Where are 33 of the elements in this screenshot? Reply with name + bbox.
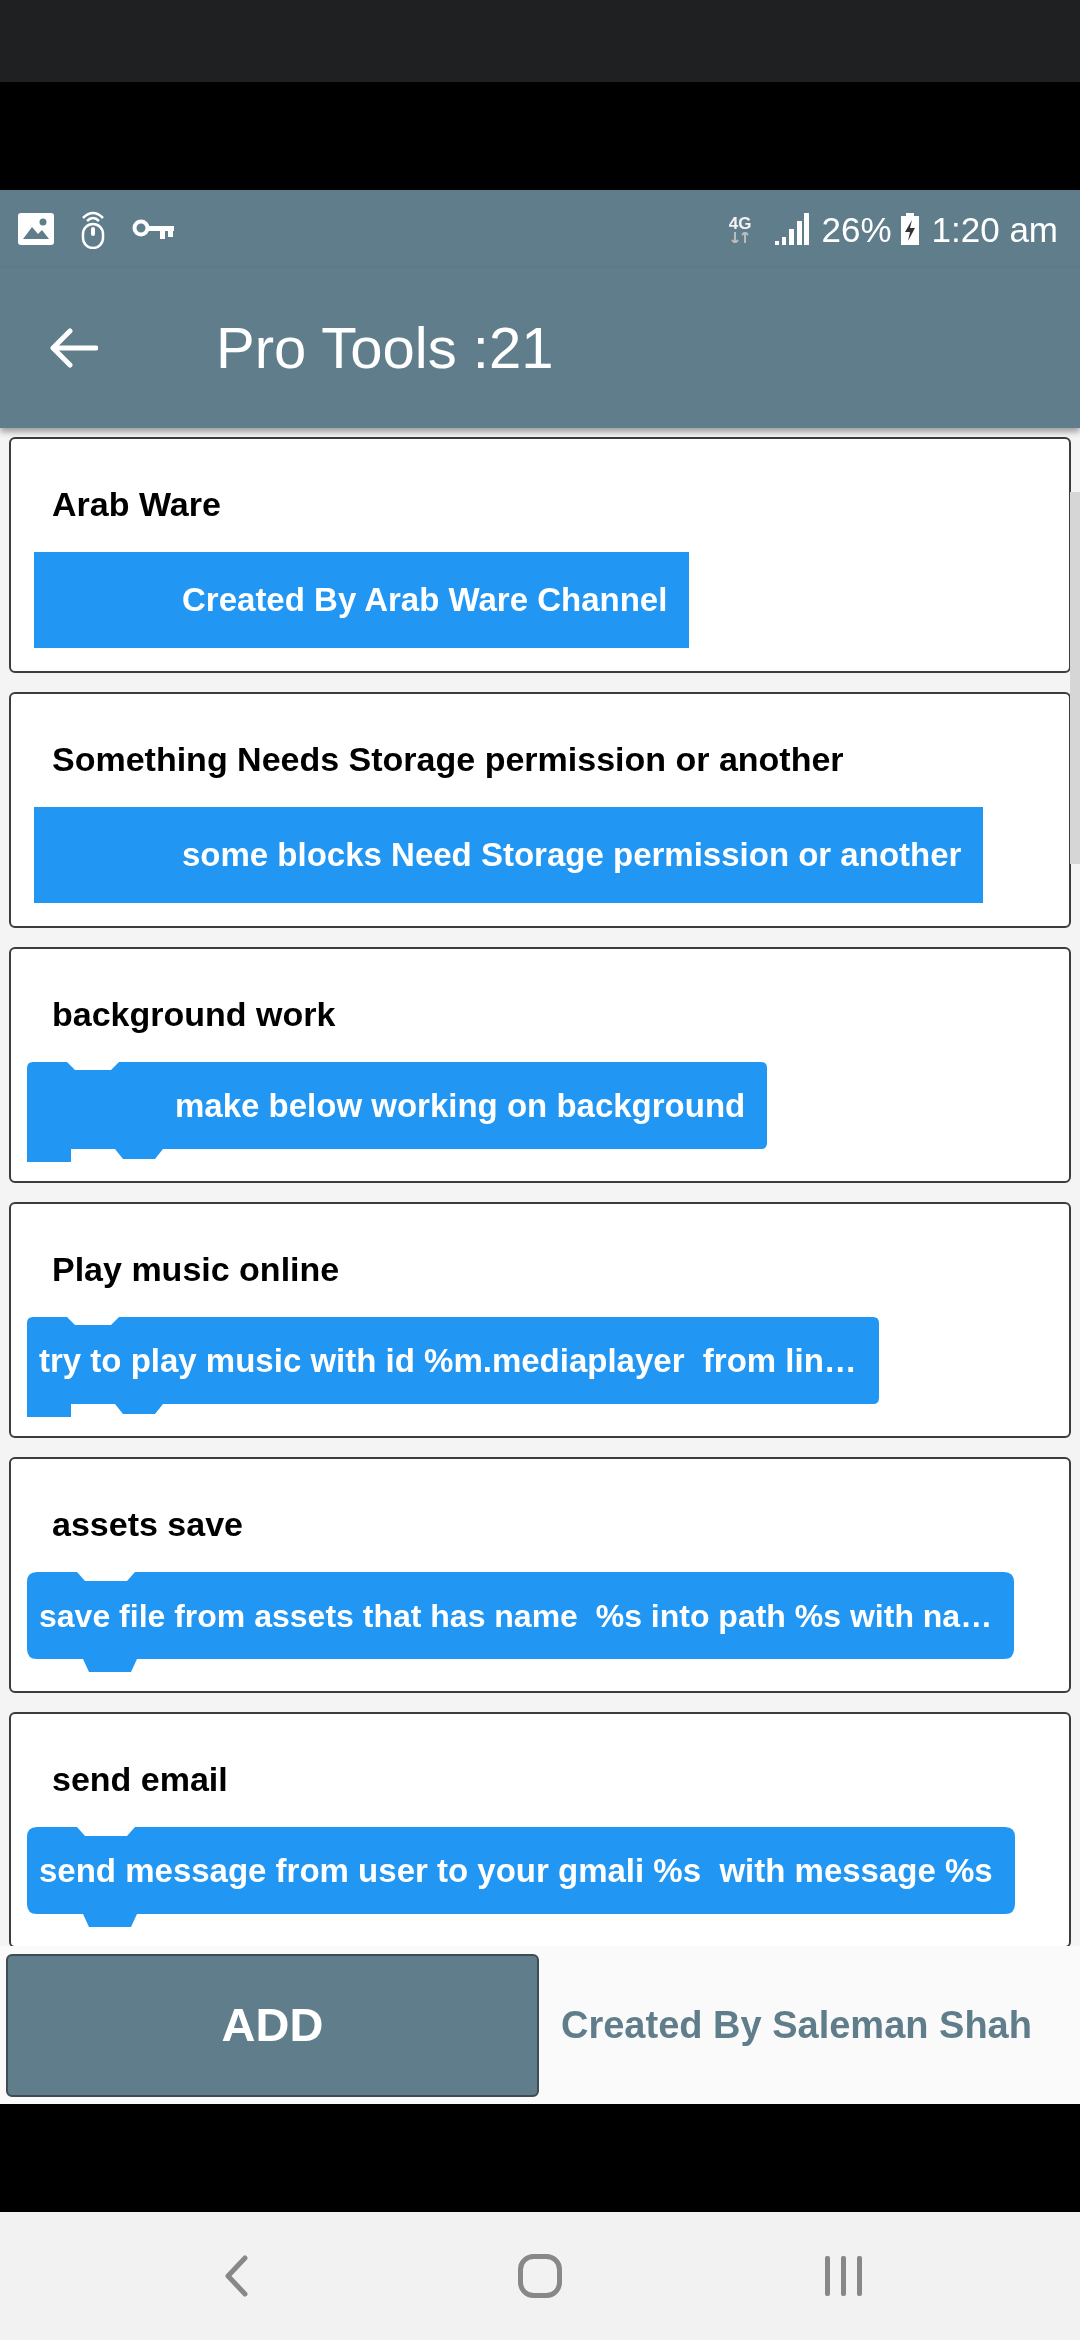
block-title: Something Needs Storage permission or another <box>52 739 844 780</box>
block-title: Arab Ware <box>52 484 221 525</box>
back-chevron-icon <box>224 2255 248 2297</box>
network-type-label: 4G <box>728 215 752 232</box>
block-card[interactable]: Play music online try to play music with id %m.mediaplayer from lin… <box>9 1202 1071 1438</box>
block-card[interactable]: background work make below working on background <box>9 947 1071 1183</box>
block-title: Play music online <box>52 1249 340 1290</box>
code-block: save file from assets that has name %s into path %s with na… <box>27 1572 1015 1672</box>
add-button[interactable]: ADD <box>6 1954 539 2097</box>
data-arrows-icon <box>731 232 750 243</box>
block-title: send email <box>52 1759 228 1800</box>
block-title: background work <box>52 994 336 1035</box>
block-card[interactable]: assets save save file from assets that has name %s into path %s with na… <box>9 1457 1071 1693</box>
block-title: assets save <box>52 1504 243 1545</box>
key-icon <box>132 218 174 240</box>
code-block: some blocks Need Storage permission or another <box>34 807 984 903</box>
block-card[interactable]: Something Needs Storage permission or another some blocks Need Storage permission or another <box>9 692 1071 928</box>
battery-charging-icon <box>899 213 920 245</box>
screen-title: Pro Tools :21 <box>216 319 554 377</box>
recents-icon <box>825 2256 863 2296</box>
back-arrow-icon <box>50 328 98 368</box>
battery-percent: 26% <box>821 211 892 247</box>
code-block: try to play music with id %m.mediaplayer from lin… <box>27 1317 879 1417</box>
code-block: make below working on background <box>27 1062 768 1162</box>
code-block: send message from user to your gmali %s with message %s <box>27 1827 1015 1927</box>
block-card[interactable]: Arab Ware Created By Arab Ware Channel <box>9 437 1071 673</box>
home-icon <box>518 2254 562 2298</box>
status-time: 1:20 am <box>931 211 1058 247</box>
credit-text: Created By Saleman Shah <box>561 2003 1032 2048</box>
block-card[interactable]: send email send message from user to your gmali %s with message %s <box>9 1712 1071 1946</box>
code-block: Created By Arab Ware Channel <box>34 552 690 648</box>
signal-icon <box>775 213 810 245</box>
image-icon <box>18 213 54 245</box>
